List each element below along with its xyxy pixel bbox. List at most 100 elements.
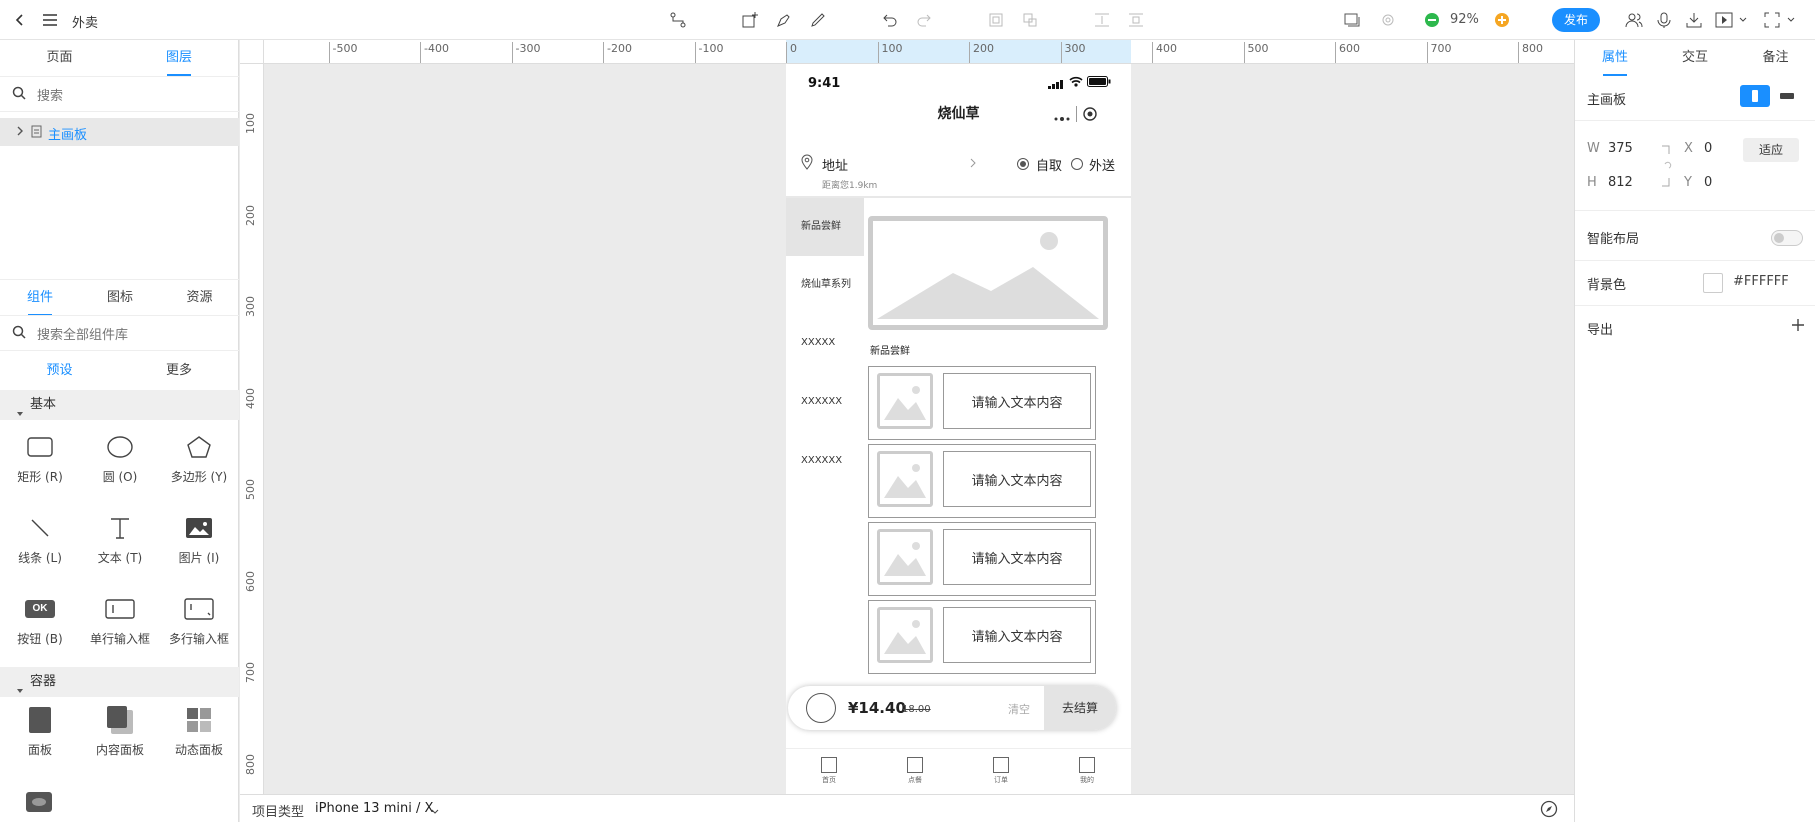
- connector-icon[interactable]: [666, 8, 690, 32]
- product-text[interactable]: 请输入文本内容: [943, 451, 1091, 507]
- single-line-input-icon: [82, 592, 158, 626]
- back-icon[interactable]: [8, 8, 32, 32]
- product-text[interactable]: 请输入文本内容: [943, 529, 1091, 585]
- nav-orders[interactable]: 订单: [958, 749, 1044, 791]
- device-preview-icon[interactable]: [1340, 8, 1364, 32]
- nav-home[interactable]: 首页: [786, 749, 872, 791]
- tab-components[interactable]: 组件: [0, 280, 80, 316]
- menu-icon[interactable]: [38, 8, 62, 32]
- device-selector[interactable]: iPhone 13 mini / X: [315, 801, 433, 816]
- lock-ratio-icon[interactable]: [1661, 144, 1673, 192]
- tab-properties[interactable]: 属性: [1575, 40, 1655, 76]
- category-item[interactable]: 烧仙草系列: [786, 256, 864, 314]
- zoom-level[interactable]: 92%: [1450, 12, 1479, 27]
- cart-icon[interactable]: [806, 693, 836, 723]
- background-color-value[interactable]: #FFFFFF: [1733, 274, 1789, 289]
- preview-play-icon[interactable]: [1712, 8, 1736, 32]
- component-single-line-input[interactable]: 单行输入框: [82, 592, 158, 662]
- background-color-swatch[interactable]: [1703, 273, 1723, 293]
- add-export-icon[interactable]: [1791, 318, 1805, 336]
- product-card[interactable]: 请输入文本内容: [868, 444, 1096, 518]
- component-panel[interactable]: 面板: [2, 703, 78, 773]
- component-window-icon[interactable]: [26, 792, 52, 816]
- product-card[interactable]: 请输入文本内容: [868, 366, 1096, 440]
- portrait-button[interactable]: [1740, 85, 1770, 107]
- compass-icon[interactable]: [1540, 800, 1558, 822]
- address-label[interactable]: 地址: [822, 155, 848, 174]
- fullscreen-dropdown-icon[interactable]: [1784, 8, 1798, 32]
- landscape-button[interactable]: [1772, 85, 1802, 107]
- category-item[interactable]: XXXXXX: [786, 373, 864, 431]
- product-card[interactable]: 请输入文本内容: [868, 600, 1096, 674]
- distribute-icon[interactable]: [1124, 8, 1148, 32]
- component-text[interactable]: 文本 (T): [82, 511, 158, 581]
- chevron-right-icon[interactable]: [16, 125, 24, 141]
- zoom-out-icon[interactable]: [1420, 8, 1444, 32]
- component-rectangle[interactable]: 矩形 (R): [2, 430, 78, 500]
- product-card[interactable]: 请输入文本内容: [868, 522, 1096, 596]
- undo-icon[interactable]: [878, 8, 902, 32]
- ruler-tick-label: 700: [1426, 42, 1452, 63]
- component-line[interactable]: 线条 (L): [2, 511, 78, 581]
- align-vertical-icon[interactable]: [1090, 8, 1114, 32]
- component-content-panel[interactable]: 内容面板: [82, 703, 158, 773]
- layer-search-input[interactable]: [37, 85, 227, 105]
- tab-presets[interactable]: 预设: [0, 353, 119, 389]
- fullscreen-icon[interactable]: [1760, 8, 1784, 32]
- component-circle[interactable]: 圆 (O): [82, 430, 158, 500]
- nav-order-food[interactable]: 点餐: [872, 749, 958, 791]
- publish-button[interactable]: 发布: [1552, 8, 1600, 32]
- product-text[interactable]: 请输入文本内容: [943, 373, 1091, 429]
- ungroup-icon[interactable]: [1018, 8, 1042, 32]
- component-button[interactable]: OK 按钮 (B): [2, 592, 78, 662]
- category-item[interactable]: 新品尝鲜: [786, 198, 864, 256]
- height-value[interactable]: 812: [1608, 175, 1633, 190]
- redo-icon[interactable]: [912, 8, 936, 32]
- section-container[interactable]: 容器: [0, 667, 239, 697]
- nav-profile[interactable]: 我的: [1044, 749, 1130, 791]
- more-dots-icon[interactable]: [1053, 111, 1071, 126]
- section-basic[interactable]: 基本: [0, 390, 239, 420]
- tab-pages[interactable]: 页面: [0, 40, 119, 76]
- close-target-icon[interactable]: [1083, 107, 1097, 125]
- component-search-input[interactable]: [37, 324, 227, 344]
- collaborators-icon[interactable]: [1622, 8, 1646, 32]
- tab-interactions[interactable]: 交互: [1655, 40, 1735, 76]
- product-text[interactable]: 请输入文本内容: [943, 607, 1091, 663]
- width-value[interactable]: 375: [1608, 141, 1633, 156]
- cart-price: ¥14.40: [848, 699, 906, 717]
- microphone-icon[interactable]: [1652, 8, 1676, 32]
- tab-notes[interactable]: 备注: [1735, 40, 1815, 76]
- artboard-phone[interactable]: 9:41 烧仙草 地址 距离您1.9km 自取 外送 新品尝鲜 烧仙草系列 XX…: [786, 64, 1131, 794]
- checkout-button[interactable]: 去结算: [1044, 686, 1116, 730]
- download-icon[interactable]: [1682, 8, 1706, 32]
- radio-pickup[interactable]: [1017, 158, 1029, 170]
- smart-layout-toggle[interactable]: [1771, 230, 1803, 246]
- preview-dropdown-icon[interactable]: [1736, 8, 1750, 32]
- settings-icon[interactable]: [1376, 8, 1400, 32]
- radio-delivery[interactable]: [1071, 158, 1083, 170]
- tab-layers[interactable]: 图层: [119, 40, 239, 76]
- group-icon[interactable]: [984, 8, 1008, 32]
- cart-clear-button[interactable]: 清空: [1008, 701, 1030, 717]
- tab-more[interactable]: 更多: [119, 353, 239, 389]
- x-value[interactable]: 0: [1704, 141, 1712, 156]
- add-frame-icon[interactable]: [738, 8, 762, 32]
- tab-icons[interactable]: 图标: [80, 280, 160, 316]
- component-polygon[interactable]: 多边形 (Y): [161, 430, 237, 500]
- y-value[interactable]: 0: [1704, 175, 1712, 190]
- category-item[interactable]: XXXXX: [786, 314, 864, 372]
- zoom-in-icon[interactable]: [1490, 8, 1514, 32]
- layer-item-main-artboard[interactable]: 主画板: [0, 118, 239, 146]
- category-item[interactable]: XXXXXX: [786, 432, 864, 490]
- component-image[interactable]: 图片 (I): [161, 511, 237, 581]
- component-dynamic-panel[interactable]: 动态面板: [161, 703, 237, 773]
- pen-icon[interactable]: [772, 8, 796, 32]
- fit-button[interactable]: 适应: [1743, 138, 1799, 162]
- banner-image[interactable]: [868, 216, 1108, 330]
- tab-resources[interactable]: 资源: [160, 280, 239, 316]
- component-multi-line-input[interactable]: 多行输入框: [161, 592, 237, 662]
- pencil-icon[interactable]: [806, 8, 830, 32]
- address-chevron-icon[interactable]: [970, 157, 976, 172]
- device-dropdown-icon[interactable]: [430, 805, 440, 820]
